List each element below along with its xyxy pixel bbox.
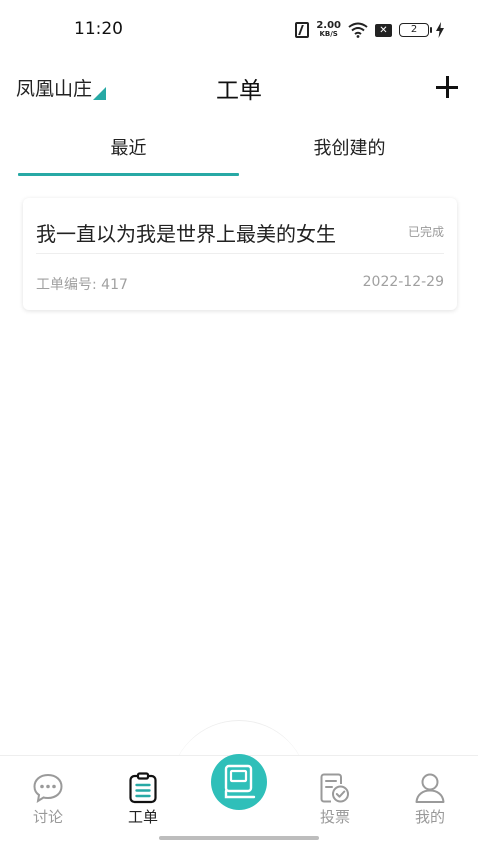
home-indicator[interactable] [159, 836, 319, 840]
wifi-icon [348, 22, 368, 38]
status-icons: 2.00 KB/S ✕ 2 [295, 20, 444, 40]
divider [36, 253, 444, 254]
tab-created-by-me[interactable]: 我创建的 [239, 124, 460, 176]
nav-item-profile[interactable]: 我的 [398, 772, 462, 827]
nfc-icon [295, 22, 310, 38]
nav-label-work-order: 工单 [127, 808, 158, 826]
nav-item-discuss[interactable]: 讨论 [16, 772, 80, 827]
sim-x-icon: ✕ [375, 23, 392, 37]
nav-label-vote: 投票 [319, 808, 350, 826]
network-speed-value: 2.00 [316, 20, 341, 31]
center-action-button[interactable] [211, 754, 267, 810]
status-bar: 11:20 2.00 KB/S ✕ 2 [0, 0, 478, 60]
network-speed-unit: KB/S [319, 30, 338, 38]
status-time: 11:20 [74, 19, 123, 39]
page-title: 工单 [216, 78, 262, 104]
nav-label-profile: 我的 [414, 808, 445, 826]
work-order-date: 2022-12-29 [362, 274, 444, 290]
plus-icon[interactable] [436, 76, 458, 98]
clipboard-icon [129, 772, 157, 804]
work-order-card[interactable]: 我一直以为我是世界上最美的女生 已完成 工单编号: 417 2022-12-29 [23, 198, 457, 310]
vote-check-icon [320, 773, 349, 803]
nav-label-discuss: 讨论 [32, 808, 63, 826]
work-order-number: 工单编号: 417 [36, 277, 128, 293]
header: 凤凰山庄 工单 [0, 60, 478, 116]
battery-icon: 2 [399, 23, 432, 37]
nav-item-work-order[interactable]: 工单 [111, 772, 175, 827]
center-action-icon [224, 764, 256, 799]
tab-bar: 最近 我创建的 [18, 124, 460, 176]
battery-level: 2 [410, 24, 418, 35]
status-badge: 已完成 [407, 225, 444, 239]
network-speed: 2.00 KB/S [316, 21, 341, 39]
charging-bolt-icon [436, 22, 444, 38]
chat-bubble-icon [33, 773, 63, 804]
user-icon [415, 773, 445, 803]
tab-recent[interactable]: 最近 [18, 124, 239, 176]
work-order-title: 我一直以为我是世界上最美的女生 [36, 222, 336, 246]
nav-item-vote[interactable]: 投票 [303, 772, 367, 827]
